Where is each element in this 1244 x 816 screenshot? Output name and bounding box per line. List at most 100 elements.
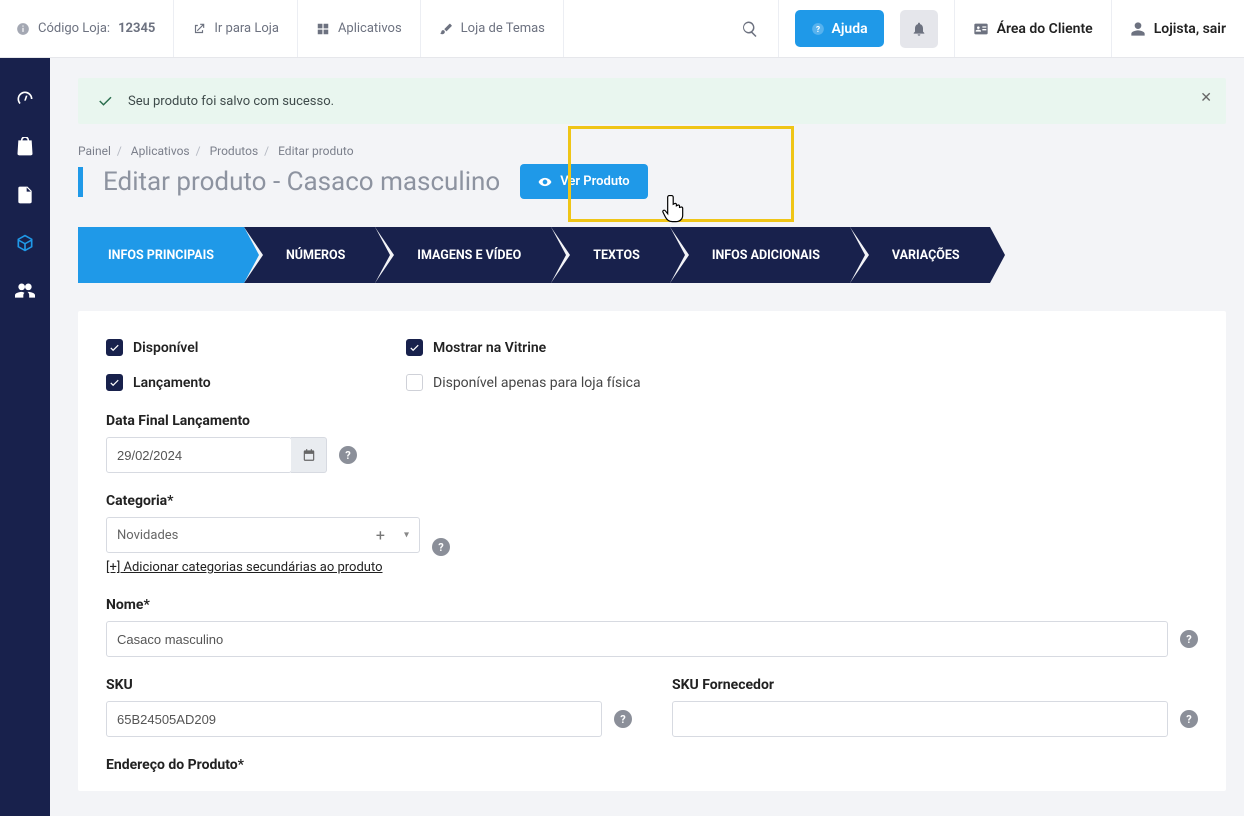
gauge-icon <box>15 89 35 109</box>
bell-icon <box>911 21 927 37</box>
check-icon <box>109 342 120 353</box>
notifications-button[interactable] <box>900 10 938 48</box>
logout-link[interactable]: Lojista, sair <box>1111 0 1244 57</box>
crumb-apps[interactable]: Aplicativos <box>131 144 190 158</box>
sidebar-item-pages[interactable] <box>14 184 36 206</box>
launch-date-help[interactable]: ? <box>339 446 357 464</box>
document-icon <box>15 185 35 205</box>
checkbox-storefront[interactable]: Mostrar na Vitrine <box>406 339 666 356</box>
apps-link[interactable]: Aplicativos <box>298 0 421 57</box>
logout-label: Lojista, sair <box>1154 21 1226 37</box>
launch-date-group: Data Final Lançamento ? <box>106 413 1198 473</box>
store-code-cell: Código Loja: 12345 <box>0 0 174 57</box>
crumb-products[interactable]: Produtos <box>210 144 259 158</box>
question-icon: ? <box>811 22 825 36</box>
step-label: NÚMEROS <box>286 248 345 263</box>
page-heading-area: Painel/ Aplicativos/ Produtos/ Editar pr… <box>78 144 1226 199</box>
title-accent <box>78 167 83 197</box>
checkbox-label: Lançamento <box>133 375 211 391</box>
sidebar-item-users[interactable] <box>14 280 36 302</box>
checkbox-physical-only[interactable]: Disponível apenas para loja física <box>406 374 666 391</box>
product-url-label: Endereço do Produto* <box>106 757 1198 773</box>
help-button[interactable]: ? Ajuda <box>795 10 883 47</box>
eye-icon <box>538 175 552 189</box>
step-label: VARIAÇÕES <box>892 248 960 263</box>
page-title: Editar produto - Casaco masculino <box>103 167 500 197</box>
crumb-panel[interactable]: Painel <box>78 144 111 158</box>
form-card: Disponível Lançamento Mostrar na Vitrine… <box>78 311 1226 791</box>
caret-down-icon: ▾ <box>404 530 409 541</box>
step-label: TEXTOS <box>593 248 640 263</box>
cube-icon <box>15 233 35 253</box>
sidebar-item-products[interactable] <box>14 232 36 254</box>
info-icon <box>16 22 30 36</box>
alert-close-button[interactable]: ✕ <box>1200 90 1212 106</box>
brush-icon <box>439 22 453 36</box>
check-icon <box>109 377 120 388</box>
external-link-icon <box>192 22 206 36</box>
go-to-store-label: Ir para Loja <box>214 21 279 36</box>
step-images[interactable]: IMAGENS E VÍDEO <box>375 227 551 283</box>
step-label: INFOS ADICIONAIS <box>712 248 820 263</box>
main-content: Seu produto foi salvo com sucesso. ✕ Pai… <box>50 58 1244 816</box>
step-main-info[interactable]: INFOS PRINCIPAIS <box>78 227 244 283</box>
grid-icon <box>316 22 330 36</box>
checkbox-available[interactable]: Disponível <box>106 339 366 356</box>
breadcrumb: Painel/ Aplicativos/ Produtos/ Editar pr… <box>78 144 1226 158</box>
sku-supplier-help[interactable]: ? <box>1180 710 1198 728</box>
name-group: Nome* ? <box>106 597 1198 657</box>
name-input[interactable] <box>106 621 1168 657</box>
name-help[interactable]: ? <box>1180 630 1198 648</box>
step-variations[interactable]: VARIAÇÕES <box>850 227 990 283</box>
svg-text:?: ? <box>816 23 820 33</box>
checkbox-col-right: Mostrar na Vitrine Disponível apenas par… <box>406 339 666 391</box>
product-url-group: Endereço do Produto* <box>106 757 1198 773</box>
search-button[interactable] <box>721 0 779 57</box>
sku-label: SKU <box>106 677 632 693</box>
view-product-button[interactable]: Ver Produto <box>520 164 647 199</box>
category-selected: Novidades <box>117 528 178 543</box>
bag-icon <box>15 137 35 157</box>
check-icon <box>409 342 420 353</box>
store-code-label: Código Loja: <box>38 21 110 36</box>
launch-date-input[interactable] <box>106 437 292 473</box>
step-additional[interactable]: INFOS ADICIONAIS <box>670 227 850 283</box>
sku-supplier-group: SKU Fornecedor ? <box>672 677 1198 737</box>
category-select[interactable]: Novidades + ▾ <box>106 517 420 553</box>
client-area-link[interactable]: Área do Cliente <box>954 0 1111 57</box>
checkbox-launch[interactable]: Lançamento <box>106 374 366 391</box>
checkbox-row: Disponível Lançamento Mostrar na Vitrine… <box>106 339 1198 413</box>
checkbox-label: Disponível <box>133 340 198 356</box>
search-icon <box>741 20 759 38</box>
title-bar: Editar produto - Casaco masculino Ver Pr… <box>78 164 1226 199</box>
view-product-label: Ver Produto <box>560 174 629 189</box>
crumb-edit: Editar produto <box>278 144 353 158</box>
theme-store-label: Loja de Temas <box>461 21 545 36</box>
sku-input[interactable] <box>106 701 602 737</box>
add-secondary-category-link[interactable]: [+] Adicionar categorias secundárias ao … <box>106 559 406 577</box>
help-label: Ajuda <box>831 21 867 37</box>
name-label: Nome* <box>106 597 1198 613</box>
checkbox-label: Disponível apenas para loja física <box>433 375 641 391</box>
step-label: IMAGENS E VÍDEO <box>417 248 521 263</box>
theme-store-link[interactable]: Loja de Temas <box>421 0 564 57</box>
check-icon <box>96 92 114 110</box>
topbar-spacer <box>564 0 722 57</box>
calendar-icon <box>302 448 316 462</box>
sidebar <box>0 58 50 816</box>
alert-message: Seu produto foi salvo com sucesso. <box>128 94 334 109</box>
step-numbers[interactable]: NÚMEROS <box>244 227 375 283</box>
sku-group: SKU ? <box>106 677 632 737</box>
client-area-label: Área do Cliente <box>997 21 1093 37</box>
go-to-store-link[interactable]: Ir para Loja <box>174 0 298 57</box>
launch-date-label: Data Final Lançamento <box>106 413 1198 429</box>
sidebar-item-orders[interactable] <box>14 136 36 158</box>
category-help[interactable]: ? <box>432 538 450 556</box>
users-icon <box>15 281 35 301</box>
sku-row: SKU ? SKU Fornecedor ? <box>106 677 1198 757</box>
calendar-button[interactable] <box>291 437 327 473</box>
sku-supplier-input[interactable] <box>672 701 1168 737</box>
category-group: Categoria* Novidades + ▾ [+] Adicionar c… <box>106 493 1198 577</box>
sidebar-item-dashboard[interactable] <box>14 88 36 110</box>
sku-help[interactable]: ? <box>614 710 632 728</box>
